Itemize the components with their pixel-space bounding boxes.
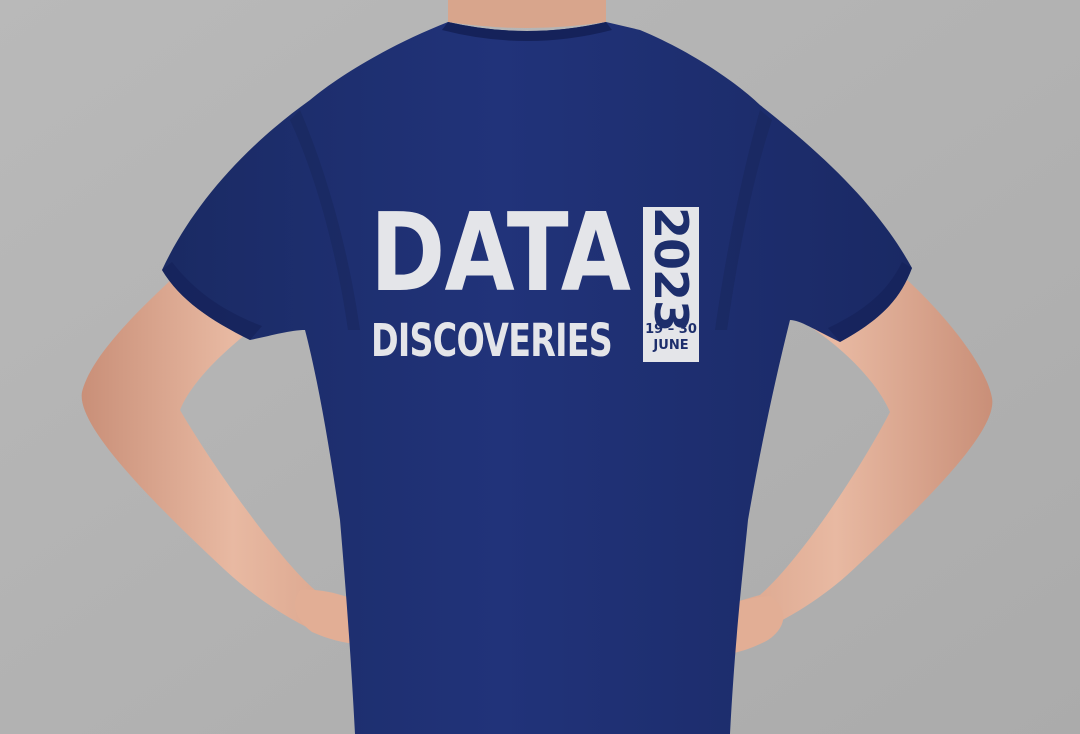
print-year: 2023 — [644, 207, 698, 332]
neck — [448, 0, 606, 28]
shirt-print: DATA DISCOVERIES 2023 19 – 30 JUNE — [370, 196, 702, 367]
print-title-line1: DATA — [370, 191, 631, 316]
print-title-line2: DISCOVERIES — [371, 314, 613, 367]
print-date-range: 19 – 30 — [645, 322, 697, 337]
tshirt-photo — [0, 0, 1080, 734]
date-box: 2023 19 – 30 JUNE — [643, 207, 699, 362]
print-month: JUNE — [653, 338, 689, 353]
print-dates: 19 – 30 JUNE — [643, 322, 699, 354]
